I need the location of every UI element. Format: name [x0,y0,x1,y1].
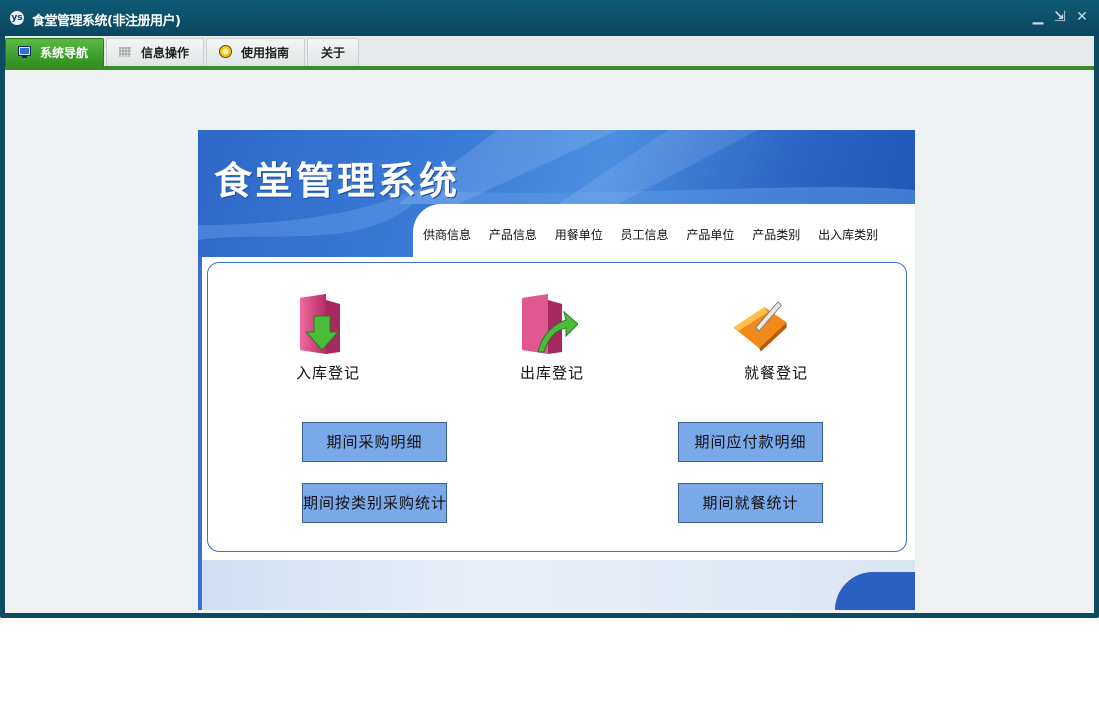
shortcut-label: 入库登记 [295,364,360,382]
app-logo-icon: ys [10,11,24,25]
menu-bar: 系统导航 信息操作 使用指南 关于 [5,36,1094,66]
close-button[interactable]: ✕ [1074,8,1090,26]
category-purchase-stats-button[interactable]: 期间按类别采购统计 [302,483,447,523]
tab-about[interactable]: 关于 [307,38,359,66]
restore-button[interactable]: ⇲ [1052,8,1068,26]
title-bar[interactable]: ys 食堂管理系统(非注册用户) ▁ ⇲ ✕ [0,0,1099,36]
window-title: 食堂管理系统(非注册用户) [32,14,181,29]
dining-folder-icon [733,301,787,352]
tab-user-guide[interactable]: 使用指南 [206,38,305,66]
close-icon: ✕ [1076,9,1088,25]
shortcut-label: 就餐登记 [743,364,808,382]
tab-info-operations[interactable]: 信息操作 [106,38,204,66]
tab-system-navigation[interactable]: 系统导航 [5,38,104,66]
panel-left-edge [198,257,202,610]
link-supplier-info[interactable]: 供商信息 [423,228,471,242]
shortcut-label: 出库登记 [519,364,584,382]
panel-footer [202,560,915,610]
tab-label: 关于 [321,46,346,60]
outbound-folder-icon [522,294,578,354]
link-product-info[interactable]: 产品信息 [489,228,537,242]
monitor-icon [18,46,31,58]
quick-links: 供商信息 产品信息 用餐单位 员工信息 产品单位 产品类别 出入库类别 [423,226,892,243]
banner-title: 食堂管理系统 [214,159,461,203]
tab-label: 信息操作 [141,46,190,60]
link-product-category[interactable]: 产品类别 [752,228,800,242]
tab-label: 使用指南 [241,46,290,60]
purchase-detail-button[interactable]: 期间采购明细 [302,422,447,462]
link-dining-unit[interactable]: 用餐单位 [555,228,603,242]
link-inout-category[interactable]: 出入库类别 [818,228,878,242]
link-product-unit[interactable]: 产品单位 [686,228,734,242]
inbound-folder-icon [300,294,340,354]
minimize-button[interactable]: ▁ [1030,8,1046,26]
grid-icon [119,47,131,57]
client-area: 系统导航 信息操作 使用指南 关于 食堂管理系统 供商信息 产品信息 用餐单位 … [5,36,1094,613]
minimize-icon: ▁ [1032,9,1044,25]
guide-icon [219,45,232,58]
tab-label: 系统导航 [40,46,89,60]
navigation-panel: 食堂管理系统 供商信息 产品信息 用餐单位 员工信息 产品单位 产品类别 出入库… [198,130,915,610]
menu-divider [5,66,1094,70]
link-staff-info[interactable]: 员工信息 [621,228,669,242]
dining-stats-button[interactable]: 期间就餐统计 [678,483,823,523]
payable-detail-button[interactable]: 期间应付款明细 [678,422,823,462]
app-window: ys 食堂管理系统(非注册用户) ▁ ⇲ ✕ 系统导航 信息操作 使用指南 关于… [0,0,1099,618]
restore-icon: ⇲ [1054,9,1066,25]
